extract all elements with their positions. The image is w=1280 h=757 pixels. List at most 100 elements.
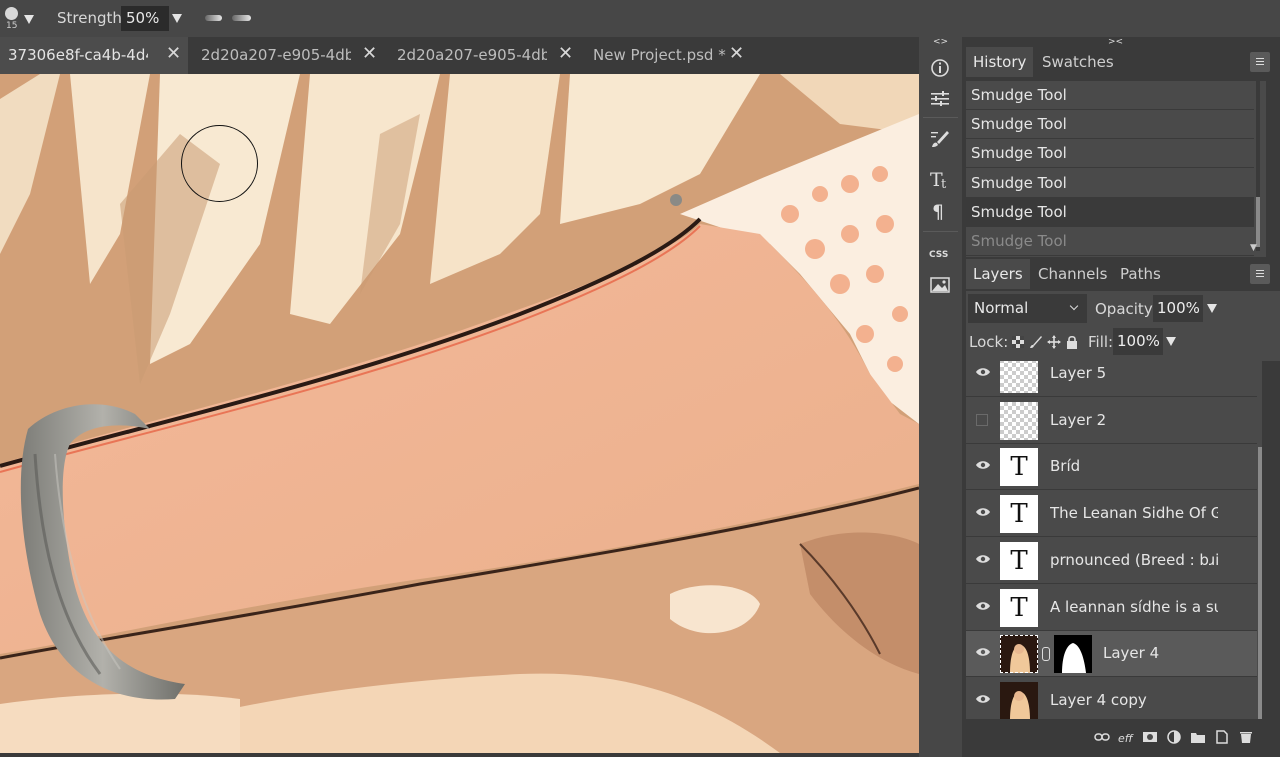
new-group-icon[interactable] — [1190, 730, 1206, 744]
close-icon[interactable]: ✕ — [362, 45, 377, 63]
history-item-undone[interactable]: Smudge Tool — [966, 227, 1254, 256]
panel-menu-icon[interactable] — [1250, 52, 1270, 72]
text-layer-icon: T — [1000, 448, 1038, 486]
layer-row[interactable]: Layer 5 — [966, 361, 1257, 397]
layer-row-selected[interactable]: Layer 4 — [966, 631, 1257, 677]
brush-preset-icon[interactable] — [5, 7, 18, 20]
layer-name[interactable]: Layer 4 — [1103, 644, 1262, 662]
blend-mode-select[interactable]: Normal — [968, 294, 1087, 323]
close-icon[interactable]: ✕ — [558, 45, 573, 63]
history-scrollbar-thumb[interactable] — [1256, 197, 1260, 247]
opacity-dropdown-icon[interactable] — [1207, 304, 1217, 313]
tab-swatches[interactable]: Swatches — [1035, 47, 1121, 77]
lock-transparency-icon[interactable] — [1011, 335, 1025, 349]
pressure-opacity-icon[interactable] — [205, 15, 222, 21]
lock-position-icon[interactable] — [1047, 335, 1061, 349]
layer-row[interactable]: T Bríd — [966, 444, 1257, 490]
layer-name[interactable]: Layer 2 — [1050, 411, 1218, 429]
history-item[interactable]: Smudge Tool — [966, 169, 1254, 198]
visibility-toggle[interactable] — [976, 414, 988, 426]
paragraph-icon: ¶ — [932, 201, 944, 222]
close-icon[interactable]: ✕ — [166, 45, 181, 63]
tab-layers[interactable]: Layers — [966, 259, 1030, 289]
link-layers-icon[interactable] — [1094, 730, 1110, 744]
layer-name[interactable]: prnounced (Breed : bɹid) — [1050, 551, 1218, 569]
layer-thumbnail — [1000, 402, 1038, 440]
tool-divider — [923, 231, 958, 232]
document-tab[interactable]: 2d20a207-e905-4db * ✕ — [193, 37, 385, 74]
svg-text:eff: eff — [1118, 732, 1134, 744]
layer-name[interactable]: The Leanan Sidhe Of Galway — [1050, 504, 1218, 522]
document-tab[interactable]: New Project.psd * ✕ — [585, 37, 755, 74]
layers-panel-tabs: Layers Channels Paths — [966, 259, 1280, 289]
brush-settings-tool[interactable] — [919, 121, 962, 157]
layer-row[interactable]: T A leannan sídhe is a supernatural — [966, 585, 1257, 631]
strength-dropdown-icon[interactable] — [172, 14, 182, 23]
collapse-panels-icon[interactable]: >< — [1108, 37, 1123, 47]
document-tab[interactable]: 2d20a207-e905-4db * ✕ — [389, 37, 581, 74]
fill-dropdown-icon[interactable] — [1166, 337, 1176, 346]
tool-divider — [923, 117, 958, 118]
character-tool[interactable]: Tt — [919, 161, 962, 197]
image-tool[interactable] — [919, 267, 962, 303]
text-layer-icon: T — [1000, 589, 1038, 627]
delete-layer-icon[interactable] — [1238, 730, 1254, 744]
layer-row[interactable]: T The Leanan Sidhe Of Galway — [966, 491, 1257, 537]
layer-controls: Normal Opacity: 100% Lock: Fill: 100% — [966, 291, 1280, 361]
lock-all-icon[interactable] — [1065, 335, 1079, 349]
panel-menu-icon[interactable] — [1250, 264, 1270, 284]
eye-icon[interactable] — [976, 460, 990, 470]
tab-history[interactable]: History — [966, 47, 1034, 77]
text-layer-icon: T — [1000, 495, 1038, 533]
strength-input[interactable]: 50% — [121, 6, 169, 31]
layer-name[interactable]: Layer 5 — [1050, 364, 1218, 382]
tab-paths[interactable]: Paths — [1113, 259, 1168, 289]
opacity-input[interactable]: 100% — [1153, 295, 1203, 322]
svg-text:¶: ¶ — [932, 201, 944, 222]
eye-icon[interactable] — [976, 601, 990, 611]
eye-icon[interactable] — [976, 507, 990, 517]
add-mask-icon[interactable] — [1142, 730, 1158, 744]
paragraph-tool[interactable]: ¶ — [919, 193, 962, 229]
history-item[interactable]: Smudge Tool — [966, 110, 1254, 139]
layer-effects-icon[interactable]: eff — [1118, 730, 1134, 744]
expand-panels-icon[interactable]: <> — [933, 37, 948, 47]
history-item[interactable]: Smudge Tool — [966, 81, 1254, 110]
history-item[interactable]: Smudge Tool — [966, 139, 1254, 168]
image-icon — [930, 277, 950, 293]
adjustments-tool[interactable] — [919, 81, 962, 117]
css-tool[interactable]: CSS — [919, 235, 962, 271]
layer-row[interactable]: Layer 2 — [966, 398, 1257, 444]
close-icon[interactable]: ✕ — [729, 45, 744, 63]
tab-label: 2d20a207-e905-4db * — [397, 46, 547, 64]
layer-mask-thumbnail[interactable] — [1054, 635, 1092, 673]
tab-channels[interactable]: Channels — [1031, 259, 1114, 289]
layers-scrollbar-thumb[interactable] — [1258, 447, 1262, 719]
adjustment-layer-icon[interactable] — [1166, 730, 1182, 744]
layer-thumbnail[interactable] — [1000, 635, 1038, 673]
brush-preset-dropdown-icon[interactable] — [24, 15, 34, 24]
mask-link-icon[interactable] — [1042, 647, 1050, 661]
layer-name[interactable]: Bríd — [1050, 457, 1218, 475]
fill-input[interactable]: 100% — [1113, 328, 1163, 355]
scroll-down-icon[interactable]: ▼ — [1250, 243, 1257, 253]
eye-icon[interactable] — [976, 694, 990, 704]
strength-label: Strength: — [57, 9, 127, 27]
eye-icon[interactable] — [976, 647, 990, 657]
document-tab[interactable]: 37306e8f-ca4b-4d4 * ✕ — [0, 37, 188, 74]
opacity-label: Opacity: — [1095, 300, 1157, 318]
layers-list: Layer 5 Layer 2 T Bríd T The Leanan Sidh… — [966, 361, 1262, 719]
pressure-size-icon[interactable] — [232, 15, 251, 21]
document-canvas[interactable] — [0, 74, 919, 753]
layer-row[interactable]: T prnounced (Breed : bɹid) — [966, 538, 1257, 584]
eye-icon[interactable] — [976, 367, 990, 377]
layer-row[interactable]: Layer 4 copy — [966, 678, 1257, 719]
lock-pixels-icon[interactable] — [1029, 335, 1043, 349]
history-item-current[interactable]: Smudge Tool — [966, 198, 1254, 227]
layer-name[interactable]: A leannan sídhe is a supernatural — [1050, 598, 1218, 616]
brush-size-readout: 15 — [6, 21, 18, 31]
eye-icon[interactable] — [976, 554, 990, 564]
new-layer-icon[interactable] — [1214, 730, 1230, 744]
tab-label: 2d20a207-e905-4db * — [201, 46, 351, 64]
layer-name[interactable]: Layer 4 copy — [1050, 691, 1218, 709]
